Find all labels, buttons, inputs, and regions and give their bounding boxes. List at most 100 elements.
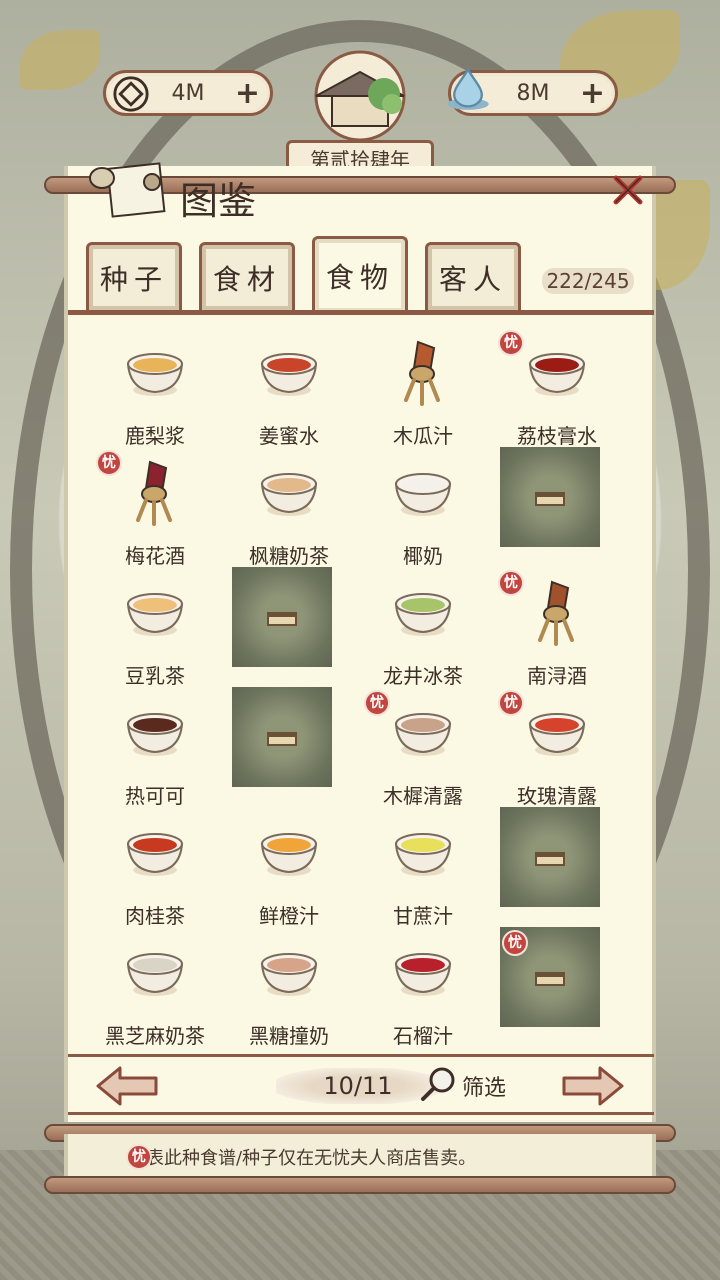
food-item[interactable]: 甘蔗汁	[356, 810, 490, 930]
food-item[interactable]: 忧南浔酒	[490, 570, 624, 690]
lock-tray-icon	[535, 492, 565, 506]
exclusive-badge-icon: 忧	[96, 450, 122, 476]
locked-food-slot[interactable]: 忧	[490, 927, 624, 1050]
food-item-label: 南浔酒	[527, 664, 587, 688]
tea-cup-icon	[394, 593, 452, 636]
food-item[interactable]: 忧荔枝膏水	[490, 330, 624, 450]
water-counter: 8M +	[447, 67, 618, 116]
magnifier-icon[interactable]	[418, 1064, 458, 1104]
tea-cup-icon	[260, 833, 318, 876]
tea-cup-icon	[528, 353, 586, 396]
exclusive-badge-icon: 忧	[498, 330, 524, 356]
coin-counter: 4M +	[103, 70, 273, 116]
food-item-label: 玫瑰清露	[517, 784, 597, 808]
food-item[interactable]: 椰奶	[356, 450, 490, 570]
food-item-label: 木瓜汁	[393, 424, 453, 448]
tab-divider	[68, 310, 654, 315]
wine-vessel-icon	[136, 460, 172, 526]
tea-cup-icon	[394, 473, 452, 516]
page-indicator: 10/11	[276, 1068, 440, 1104]
locked-slot-icon	[500, 447, 600, 547]
food-item-label: 鲜橙汁	[259, 904, 319, 928]
tea-cup-icon	[126, 593, 184, 636]
food-item[interactable]: 石榴汁	[356, 930, 490, 1050]
food-grid: 鹿梨浆 姜蜜水 木瓜汁忧荔枝膏水忧梅花酒 枫糖奶茶 椰奶 豆乳茶 龙井冰茶忧南浔酒 热可可忧木…	[88, 330, 644, 1050]
tea-cup-icon	[394, 713, 452, 756]
locked-food-slot[interactable]	[222, 567, 356, 690]
locked-slot-icon	[232, 687, 332, 787]
food-item[interactable]: 热可可	[88, 690, 222, 810]
coin-value: 4M	[171, 80, 205, 106]
lock-tray-icon	[267, 732, 297, 746]
food-item[interactable]: 忧木樨清露	[356, 690, 490, 810]
food-item-label: 肉桂茶	[125, 904, 185, 928]
food-item-label: 姜蜜水	[259, 424, 319, 448]
locked-slot-icon	[500, 807, 600, 907]
coin-icon	[113, 76, 149, 112]
food-item[interactable]: 黑芝麻奶茶	[88, 930, 222, 1050]
food-item[interactable]: 忧玫瑰清露	[490, 690, 624, 810]
tea-cup-icon	[126, 953, 184, 996]
divider	[68, 1054, 654, 1057]
locked-food-slot[interactable]	[490, 807, 624, 930]
locked-food-slot[interactable]	[490, 447, 624, 570]
tea-cup-icon	[260, 473, 318, 516]
tab-ingredients[interactable]: 食材	[199, 242, 295, 310]
exclusive-badge-icon: 忧	[498, 690, 524, 716]
tab-seeds[interactable]: 种子	[86, 242, 182, 310]
filter-button[interactable]: 筛选	[462, 1070, 506, 1102]
exclusive-badge-icon: 忧	[364, 690, 390, 716]
wine-vessel-icon	[538, 580, 574, 646]
divider	[68, 1112, 654, 1115]
close-icon[interactable]	[608, 170, 648, 210]
tab-guests[interactable]: 客人	[425, 242, 521, 310]
food-item-label: 荔枝膏水	[517, 424, 597, 448]
food-item[interactable]: 龙井冰茶	[356, 570, 490, 690]
scroll-icon	[89, 162, 166, 218]
exclusive-note-text: 代表此种食谱/种子仅在无忧夫人商店售卖。	[128, 1148, 477, 1169]
note-rod-bottom	[44, 1176, 676, 1194]
food-item[interactable]: 姜蜜水	[222, 330, 356, 450]
food-item[interactable]: 肉桂茶	[88, 810, 222, 930]
food-item-label: 龙井冰茶	[383, 664, 463, 688]
food-item[interactable]: 鹿梨浆	[88, 330, 222, 450]
tea-cup-icon	[260, 353, 318, 396]
tea-cup-icon	[394, 833, 452, 876]
tea-cup-icon	[126, 833, 184, 876]
tab-food[interactable]: 食物	[312, 236, 408, 312]
food-item-label: 鹿梨浆	[125, 424, 185, 448]
tea-cup-icon	[126, 353, 184, 396]
locked-food-slot[interactable]	[222, 687, 356, 810]
wine-vessel-icon	[404, 340, 440, 406]
exclusive-badge-icon: 忧	[126, 1144, 152, 1170]
food-item-label: 椰奶	[403, 544, 443, 568]
food-item[interactable]: 鲜橙汁	[222, 810, 356, 930]
collection-count: 222/245	[542, 268, 634, 294]
food-item[interactable]: 豆乳茶	[88, 570, 222, 690]
food-item-label: 石榴汁	[393, 1024, 453, 1048]
lock-tray-icon	[535, 972, 565, 986]
food-item-label: 梅花酒	[125, 544, 185, 568]
food-item[interactable]: 枫糖奶茶	[222, 450, 356, 570]
add-water-button[interactable]: +	[580, 79, 605, 109]
food-item-label: 热可可	[125, 784, 185, 808]
food-item-label: 甘蔗汁	[393, 904, 453, 928]
prev-page-arrow-icon[interactable]	[94, 1064, 160, 1108]
food-item-label: 黑芝麻奶茶	[105, 1024, 205, 1048]
food-item[interactable]: 忧梅花酒	[88, 450, 222, 570]
water-drop-icon	[447, 67, 489, 110]
water-value: 8M	[516, 80, 550, 106]
lock-tray-icon	[535, 852, 565, 866]
next-page-arrow-icon[interactable]	[560, 1064, 626, 1108]
food-item-label: 豆乳茶	[125, 664, 185, 688]
add-coins-button[interactable]: +	[235, 79, 260, 109]
tea-cup-icon	[394, 953, 452, 996]
exclusive-badge-icon: 忧	[498, 570, 524, 596]
food-item[interactable]: 黑糖撞奶	[222, 930, 356, 1050]
food-item-label: 木樨清露	[383, 784, 463, 808]
food-item[interactable]: 木瓜汁	[356, 330, 490, 450]
food-item-label: 黑糖撞奶	[249, 1024, 329, 1048]
exclusive-note: 代表此种食谱/种子仅在无忧夫人商店售卖。	[64, 1134, 656, 1180]
panel-title: 图鉴	[180, 179, 257, 223]
locked-slot-icon	[232, 567, 332, 667]
